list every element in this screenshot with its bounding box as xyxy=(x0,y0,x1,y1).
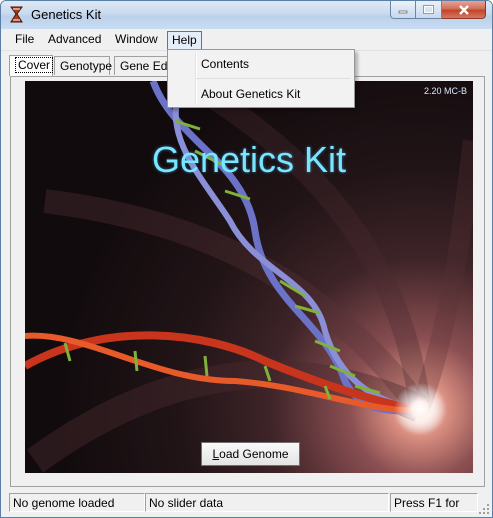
minimize-icon xyxy=(398,10,408,13)
cover-image: 2.20 MC-B Genetics Kit xyxy=(25,81,473,473)
menu-window[interactable]: Window xyxy=(111,31,162,48)
load-genome-label: oad Genome xyxy=(219,447,289,461)
close-icon xyxy=(458,4,469,15)
tab-cover[interactable]: Cover xyxy=(9,55,54,76)
resize-grip-icon[interactable] xyxy=(478,503,490,515)
menu-help[interactable]: Help xyxy=(167,31,202,50)
maximize-icon xyxy=(423,5,434,14)
help-menu-dropdown: Contents About Genetics Kit xyxy=(167,49,355,108)
title-bar[interactable]: Genetics Kit xyxy=(1,1,492,29)
dna-app-icon xyxy=(10,6,23,23)
tab-cover-label: Cover xyxy=(15,57,54,73)
menu-separator xyxy=(196,78,350,79)
cover-title: Genetics Kit xyxy=(151,139,347,180)
menu-item-contents[interactable]: Contents xyxy=(201,57,249,71)
tab-genotype[interactable]: Genotype xyxy=(54,56,112,75)
status-bar: No genome loaded No slider data Press F1… xyxy=(1,491,492,517)
status-help: Press F1 for help xyxy=(390,493,478,517)
menu-advanced[interactable]: Advanced xyxy=(44,31,105,48)
window-title: Genetics Kit xyxy=(31,7,102,22)
load-genome-button[interactable]: Load Genome xyxy=(201,442,300,466)
status-genome: No genome loaded xyxy=(9,493,145,512)
maximize-button[interactable] xyxy=(416,1,442,19)
menu-file[interactable]: File xyxy=(11,31,38,48)
menu-bar: File Advanced Window Help xyxy=(1,29,492,51)
menu-item-about[interactable]: About Genetics Kit xyxy=(201,87,300,101)
app-window: Genetics Kit File Advanced Window Help C… xyxy=(0,0,493,518)
minimize-button[interactable] xyxy=(390,1,416,19)
version-label: 2.20 MC-B xyxy=(423,86,467,96)
close-button[interactable] xyxy=(442,1,486,19)
status-slider: No slider data xyxy=(145,493,389,512)
caption-buttons xyxy=(390,1,486,20)
